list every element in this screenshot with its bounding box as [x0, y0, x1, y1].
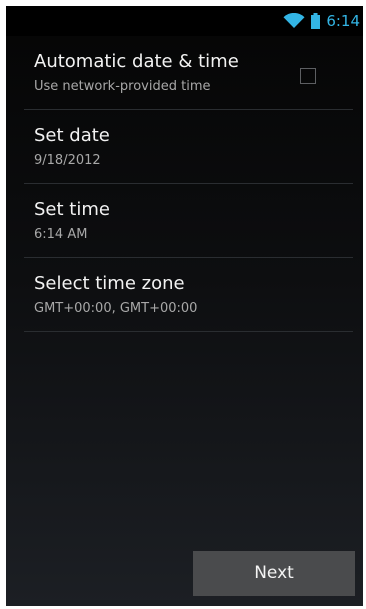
next-button[interactable]: Next: [193, 551, 355, 596]
setup-screen: 6:14 Automatic date & time Use network-p…: [6, 6, 363, 606]
set-time-row[interactable]: Set time 6:14 AM: [24, 184, 353, 258]
set-date-title: Set date: [34, 125, 110, 146]
status-clock: 6:14: [326, 12, 360, 30]
battery-icon: [311, 13, 321, 29]
settings-list: Automatic date & time Use network-provid…: [24, 36, 353, 332]
select-time-zone-row[interactable]: Select time zone GMT+00:00, GMT+00:00: [24, 258, 353, 332]
automatic-date-time-title: Automatic date & time: [34, 51, 239, 72]
select-time-zone-title: Select time zone: [34, 273, 185, 294]
set-date-summary: 9/18/2012: [34, 153, 101, 168]
automatic-date-time-summary: Use network-provided time: [34, 79, 211, 94]
status-bar: 6:14: [6, 6, 363, 36]
automatic-date-time-row[interactable]: Automatic date & time Use network-provid…: [24, 36, 353, 110]
automatic-date-time-checkbox[interactable]: [300, 68, 316, 84]
set-time-summary: 6:14 AM: [34, 227, 88, 242]
set-date-row[interactable]: Set date 9/18/2012: [24, 110, 353, 184]
set-time-title: Set time: [34, 199, 110, 220]
select-time-zone-summary: GMT+00:00, GMT+00:00: [34, 301, 198, 316]
wifi-icon: [283, 13, 305, 28]
status-icons: 6:14: [283, 10, 360, 32]
